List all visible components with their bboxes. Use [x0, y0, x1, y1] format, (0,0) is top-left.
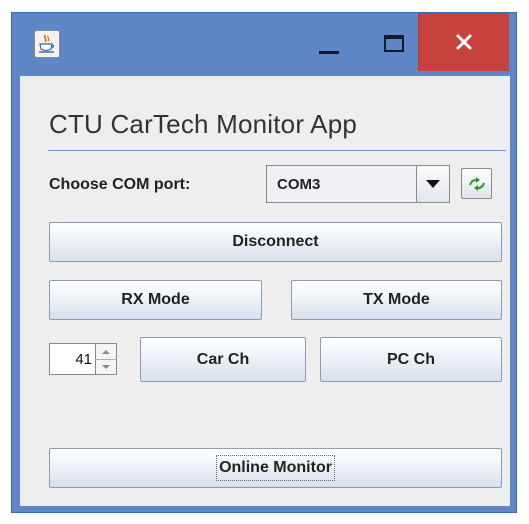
- minimize-button[interactable]: [304, 13, 354, 73]
- maximize-icon: [384, 34, 404, 52]
- rx-mode-button[interactable]: RX Mode: [49, 280, 262, 320]
- chevron-down-icon: [426, 180, 440, 188]
- channel-spinner[interactable]: 41: [49, 343, 117, 375]
- arrow-down-icon: [102, 364, 110, 369]
- minimize-icon: [319, 50, 339, 54]
- arrow-up-icon: [102, 349, 110, 354]
- title-bar[interactable]: [12, 13, 516, 76]
- com-port-selected-value: COM3: [277, 176, 321, 193]
- channel-value[interactable]: 41: [75, 351, 92, 368]
- spinner-down-button[interactable]: [96, 359, 116, 374]
- title-divider: [48, 150, 506, 151]
- com-port-label: Choose COM port:: [49, 176, 191, 193]
- java-cup-icon[interactable]: [34, 30, 60, 58]
- refresh-ports-button[interactable]: [461, 168, 492, 199]
- close-button[interactable]: [418, 13, 509, 71]
- com-port-select[interactable]: COM3: [266, 165, 450, 203]
- maximize-button[interactable]: [369, 13, 419, 73]
- spinner-buttons: [95, 344, 116, 374]
- spinner-up-button[interactable]: [96, 344, 116, 360]
- online-monitor-label: Online Monitor: [216, 455, 335, 481]
- disconnect-button[interactable]: Disconnect: [49, 222, 502, 262]
- tx-mode-button[interactable]: TX Mode: [291, 280, 502, 320]
- online-monitor-button[interactable]: Online Monitor: [49, 448, 502, 488]
- refresh-icon: [468, 176, 485, 191]
- close-icon: [456, 34, 472, 50]
- app-window: CTU CarTech Monitor App Choose COM port:…: [11, 12, 517, 513]
- car-ch-button[interactable]: Car Ch: [140, 337, 306, 382]
- app-title: CTU CarTech Monitor App: [49, 109, 358, 139]
- content-panel: CTU CarTech Monitor App Choose COM port:…: [20, 76, 510, 506]
- pc-ch-button[interactable]: PC Ch: [320, 337, 502, 382]
- dropdown-button[interactable]: [416, 166, 449, 202]
